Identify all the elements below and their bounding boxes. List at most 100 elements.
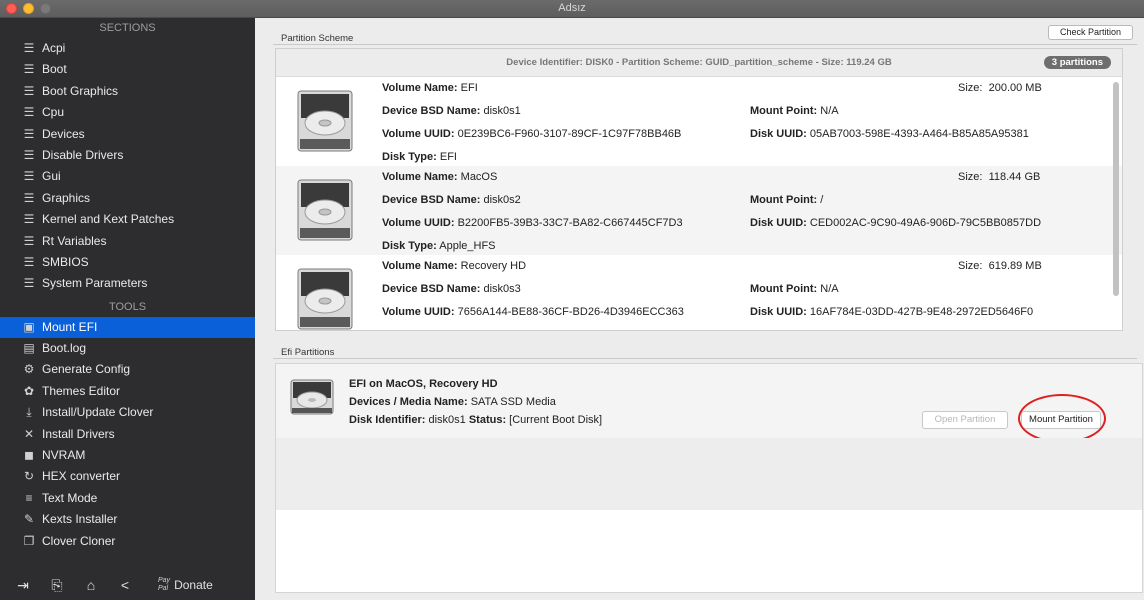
disk-type: Disk Type: EFI <box>382 151 457 163</box>
share-icon[interactable]: < <box>114 577 136 593</box>
device-bsd-name-label: Device BSD Name: <box>382 194 481 206</box>
volume-uuid-value: 7656A144-BE88-36CF-BD26-4D3946ECC363 <box>457 306 684 318</box>
export-icon[interactable]: ⎘ <box>46 577 68 594</box>
sidebar-item-boot[interactable]: ☰ Boot <box>0 59 255 80</box>
list-icon: ☰ <box>23 233 35 248</box>
efi-partition-row[interactable]: EFI on MacOS, Recovery HD Devices / Medi… <box>276 364 1142 443</box>
disk-type-label: Disk Type: <box>382 240 437 252</box>
sidebar-item-generate-config[interactable]: ⚙ Generate Config <box>0 359 255 380</box>
mount-point-label: Mount Point: <box>750 105 818 117</box>
volume-name-value: Recovery HD <box>460 260 527 272</box>
sidebar-item-label: Boot Graphics <box>42 83 119 98</box>
list-icon: ☰ <box>23 254 35 269</box>
paypal-icon: Pay Pal <box>158 577 171 592</box>
disk-uuid-label: Disk UUID: <box>750 128 807 140</box>
sidebar-item-hex-converter[interactable]: ↻ HEX converter <box>0 466 255 487</box>
list-icon: ☰ <box>23 83 35 98</box>
sidebar-item-smbios[interactable]: ☰ SMBIOS <box>0 252 255 273</box>
sidebar-item-clover-cloner[interactable]: ❐ Clover Cloner <box>0 531 255 552</box>
sidebar-item-install-update-clover[interactable]: ⤓ Install/Update Clover <box>0 402 255 423</box>
disk-type-value: EFI <box>439 151 457 163</box>
donate-button[interactable]: Pay Pal Donate <box>158 577 213 593</box>
efi-partitions-label: Efi Partitions <box>281 347 335 358</box>
volume-name: Volume Name: Recovery HD <box>382 260 526 272</box>
sidebar-item-label: Disable Drivers <box>42 147 124 162</box>
volume-size-label: Size: <box>958 260 983 272</box>
mount-point-label: Mount Point: <box>750 283 818 295</box>
list-icon: ☰ <box>23 190 35 205</box>
open-partition-button[interactable]: Open Partition <box>922 411 1008 429</box>
volume-uuid-value: B2200FB5-39B3-33C7-BA82-C667445CF7D3 <box>457 217 683 229</box>
hard-disk-icon <box>297 174 353 249</box>
disk-uuid-value: 16AF784E-03DD-427B-9E48-2972ED5646F0 <box>809 306 1034 318</box>
chip-icon: ◼ <box>24 448 34 463</box>
sidebar-item-install-drivers[interactable]: ✕ Install Drivers <box>0 424 255 445</box>
sidebar-item-label: Themes Editor <box>42 383 121 398</box>
sidebar-item-gui[interactable]: ☰ Gui <box>0 166 255 187</box>
volume-size-label: Size: <box>958 171 983 183</box>
puzzle-icon: ✎ <box>23 512 35 527</box>
sidebar-item-cpu[interactable]: ☰ Cpu <box>0 102 255 123</box>
volume-row[interactable]: Volume Name: Recovery HD Size: 619.89 MB D… <box>276 255 1122 330</box>
mount-point-value: / <box>820 194 824 206</box>
device-bsd-name: Device BSD Name: disk0s2 <box>382 194 521 206</box>
sidebar-item-label: Text Mode <box>42 490 98 505</box>
import-icon[interactable]: ⇥ <box>12 577 34 594</box>
disk-uuid-label: Disk UUID: <box>750 217 807 229</box>
sidebar-item-label: Gui <box>42 169 61 184</box>
list-icon: ☰ <box>23 41 35 55</box>
sidebar-item-themes-editor[interactable]: ✿ Themes Editor <box>0 381 255 402</box>
volume-size-value: 200.00 MB <box>988 82 1042 94</box>
disk-type: Disk Type: Apple_HFS <box>382 240 496 252</box>
volume-row[interactable]: Volume Name: EFI Size: 200.00 MB Device BS… <box>276 77 1122 166</box>
volume-name: Volume Name: EFI <box>382 82 478 94</box>
sidebar-item-label: Rt Variables <box>42 233 107 248</box>
sidebar-item-disable-drivers[interactable]: ☰ Disable Drivers <box>0 145 255 166</box>
home-icon[interactable]: ⌂ <box>80 577 102 593</box>
volume-name-label: Volume Name: <box>382 82 458 94</box>
sections-header: SECTIONS <box>99 22 156 34</box>
sidebar-item-nvram[interactable]: ◼ NVRAM <box>0 445 255 466</box>
check-partition-button[interactable]: Check Partition <box>1048 25 1133 40</box>
sidebar-item-label: Boot.log <box>42 341 87 356</box>
partition-list[interactable]: Device Identifier: DISK0 - Partition Sch… <box>275 48 1123 331</box>
volume-size-value: 619.89 MB <box>988 260 1042 272</box>
mount-point: Mount Point: N/A <box>750 283 839 295</box>
list-icon: ☰ <box>23 126 35 141</box>
sidebar-item-boot-log[interactable]: ▤ Boot.log <box>0 338 255 359</box>
volume-uuid-label: Volume UUID: <box>382 306 455 318</box>
partition-list-scrollbar[interactable] <box>1113 82 1119 296</box>
sidebar-item-text-mode[interactable]: ≡ Text Mode <box>0 488 255 509</box>
sidebar-item-system-parameters[interactable]: ☰ System Parameters <box>0 273 255 294</box>
volume-uuid: Volume UUID: B2200FB5-39B3-33C7-BA82-C66… <box>382 217 683 229</box>
window-title: Adsız <box>558 2 586 14</box>
disk-identifier-label: Disk Identifier: <box>349 414 426 426</box>
sidebar-item-acpi[interactable]: ☰ Acpi <box>0 38 255 59</box>
sidebar-item-label: Install Drivers <box>42 426 115 441</box>
volume-name: Volume Name: MacOS <box>382 171 497 183</box>
volume-uuid-label: Volume UUID: <box>382 128 455 140</box>
disk-uuid-value: CED002AC-9C90-49A6-906D-79C5BB0857DD <box>809 217 1042 229</box>
volume-row[interactable]: Volume Name: MacOS Size: 118.44 GB Device … <box>276 166 1122 255</box>
copy-icon: ❐ <box>23 533 35 548</box>
sidebar-item-label: Generate Config <box>42 362 131 377</box>
tools-header: TOOLS <box>108 300 147 313</box>
sidebar-item-graphics[interactable]: ☰ Graphics <box>0 188 255 209</box>
device-bsd-name-value: disk0s1 <box>483 105 521 117</box>
sidebar-item-label: Clover Cloner <box>42 533 116 548</box>
sidebar-item-rt-variables[interactable]: ☰ Rt Variables <box>0 231 255 252</box>
sidebar-item-label: Mount EFI <box>42 319 98 334</box>
sidebar-item-mount-efi[interactable]: ▣ Mount EFI <box>0 316 255 339</box>
sidebar-item-label: Install/Update Clover <box>42 405 154 420</box>
sections-list: ☰ Acpi ☰ Boot ☰ Boot Graphics ☰ Cpu ☰ Devices ☰ Dis… <box>0 38 255 295</box>
mount-point-label: Mount Point: <box>750 194 818 206</box>
sidebar-item-boot-graphics[interactable]: ☰ Boot Graphics <box>0 81 255 102</box>
sidebar-item-kernel-and-kext-patches[interactable]: ☰ Kernel and Kext Patches <box>0 209 255 230</box>
sidebar-bottom-bar: ⇥ ⎘ ⌂ < Pay Pal Donate <box>0 570 255 600</box>
sidebar-item-label: System Parameters <box>42 276 148 291</box>
media-name-label: Devices / Media Name: <box>349 396 468 408</box>
disk-uuid-value: 05AB7003-598E-4393-A464-B85A85A95381 <box>809 128 1029 140</box>
sidebar-item-kexts-installer[interactable]: ✎ Kexts Installer <box>0 509 255 530</box>
sidebar-item-devices[interactable]: ☰ Devices <box>0 124 255 145</box>
gears-icon: ⚙ <box>23 362 35 377</box>
